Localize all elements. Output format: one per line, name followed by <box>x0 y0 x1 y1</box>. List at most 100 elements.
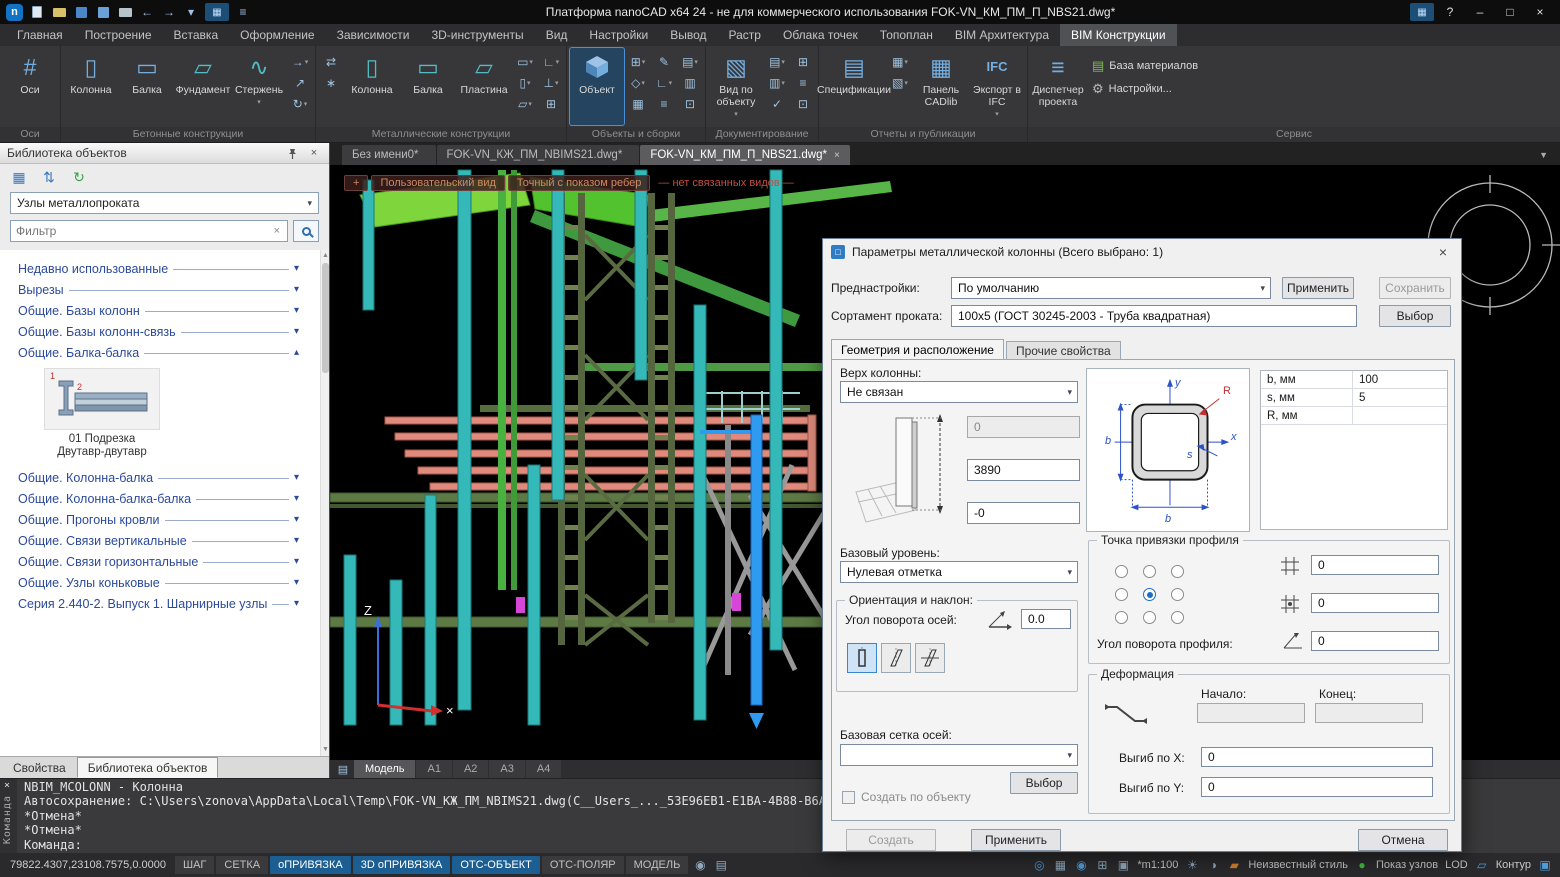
chevron-icon[interactable]: ▾ <box>294 535 299 546</box>
anchor-radio[interactable] <box>1143 565 1156 578</box>
chevron-icon[interactable]: ▾ <box>294 284 299 295</box>
save-icon[interactable] <box>73 4 89 20</box>
tree-item[interactable]: Общие. Балка-балка ▴ <box>0 342 329 363</box>
panel-tab[interactable]: Библиотека объектов <box>77 757 219 778</box>
apply-preset-button[interactable]: Применить <box>1282 277 1354 299</box>
steel-beam-button[interactable]: ▭ Балка <box>401 48 455 125</box>
doc-table-button[interactable]: ▤▾ <box>765 53 789 71</box>
workspace-icon[interactable]: ▦ <box>205 3 229 21</box>
chevron-icon[interactable]: ▾ <box>294 598 299 609</box>
status-toggle[interactable]: 3D оПРИВЯЗКА <box>353 856 451 874</box>
viewport-plus-control[interactable]: + <box>344 175 368 191</box>
diagonal-tool-button[interactable]: ↗ <box>288 74 312 92</box>
show-nodes-indicator[interactable]: Показ узлов <box>1374 859 1440 871</box>
chevron-icon[interactable]: ▾ <box>294 577 299 588</box>
clear-filter-icon[interactable]: × <box>272 225 282 237</box>
ribbon-tab[interactable]: Главная <box>6 24 74 46</box>
ribbon-tab[interactable]: Вставка <box>163 24 230 46</box>
table-row[interactable]: R, мм <box>1261 407 1447 425</box>
diamond-tool-button[interactable]: ◇▾ <box>626 74 650 92</box>
annotation-scale[interactable]: *m1:100 <box>1135 859 1180 871</box>
rebar-button[interactable]: ∿ Стержень ▾ <box>232 48 286 125</box>
dialog-title-bar[interactable]: □ Параметры металлической колонны (Всего… <box>823 239 1461 265</box>
object-button[interactable]: Объект <box>570 48 624 125</box>
table-tool-icon[interactable]: ▦ <box>1410 3 1434 21</box>
contour-indicator[interactable]: Контур <box>1494 859 1533 871</box>
grid-tool-button[interactable]: ▦ <box>626 95 650 113</box>
visual-style-indicator[interactable]: Неизвестный стиль <box>1246 859 1350 871</box>
status-toggle[interactable]: ОТС-ОБЪЕКТ <box>452 856 539 874</box>
steel-detail-button[interactable]: ▯▾ <box>513 74 537 92</box>
new-document-icon[interactable] <box>29 4 45 20</box>
ribbon-tab[interactable]: Вывод <box>659 24 717 46</box>
ribbon-tab[interactable]: Вид <box>535 24 579 46</box>
materials-db-button[interactable]: ▤База материалов <box>1087 56 1203 76</box>
doc-check-button[interactable]: ✓ <box>765 95 789 113</box>
choose-grid-button[interactable]: Выбор <box>1010 772 1078 794</box>
table-row[interactable]: s, мм 5 <box>1261 389 1447 407</box>
print-icon[interactable] <box>117 4 133 20</box>
steel-detail-button[interactable]: ▭▾ <box>513 53 537 71</box>
grid-v-tool-button[interactable]: ▥ <box>678 74 702 92</box>
document-tab[interactable]: FOK-VN_КМ_ПМ_П_NBS21.dwg* × <box>640 145 849 165</box>
doc-box-dot-button[interactable]: ⊡ <box>791 95 815 113</box>
search-button[interactable] <box>293 220 319 242</box>
filter-input[interactable] <box>16 224 272 238</box>
angle-tool-button[interactable]: ∟▾ <box>539 53 563 71</box>
report-grid-button[interactable]: ▦▾ <box>888 53 912 71</box>
status-toggle[interactable]: СЕТКА <box>216 856 268 874</box>
ribbon-tab[interactable]: Зависимости <box>326 24 421 46</box>
user-icon[interactable]: ◉ <box>691 856 709 874</box>
chevron-icon[interactable]: ▾ <box>294 326 299 337</box>
bend-y-field[interactable]: 0 <box>1201 777 1433 797</box>
tree-item[interactable]: Серия 2.440-2. Выпуск 1. Шарнирные узлы … <box>0 593 329 614</box>
rotate-tool-button[interactable]: ↻▾ <box>288 95 312 113</box>
tree-item[interactable]: Общие. Базы колонн-связь ▾ <box>0 321 329 342</box>
sort-icon[interactable]: ⇅ <box>39 167 59 187</box>
refresh-icon[interactable]: ↻ <box>69 167 89 187</box>
steel-detail-button[interactable]: ▱▾ <box>513 95 537 113</box>
bend-x-field[interactable]: 0 <box>1201 747 1433 767</box>
tree-item[interactable]: Общие. Связи вертикальные ▾ <box>0 530 329 551</box>
specifications-button[interactable]: ▤ Спецификации <box>822 48 886 125</box>
insert-object-button[interactable]: ⊞▾ <box>626 53 650 71</box>
ribbon-tab[interactable]: Оформление <box>229 24 325 46</box>
dialog-tab[interactable]: Геометрия и расположение <box>831 339 1004 360</box>
layout-tab[interactable]: A4 <box>526 760 561 778</box>
anchor-radio[interactable] <box>1171 588 1184 601</box>
create-button[interactable]: Создать <box>846 829 936 851</box>
tracking-icon[interactable]: ◉ <box>1072 856 1090 874</box>
list-tool-button[interactable]: ≡ <box>652 95 676 113</box>
ribbon-tab[interactable]: 3D-инструменты <box>420 24 534 46</box>
chevron-icon[interactable]: ▴ <box>294 347 299 358</box>
box-tool-button[interactable]: ⊞ <box>539 95 563 113</box>
choose-assortment-button[interactable]: Выбор <box>1379 305 1451 327</box>
grid-display-icon[interactable]: ▦ <box>1051 856 1069 874</box>
export-ifc-button[interactable]: IFC Экспорт в IFC ▾ <box>970 48 1024 125</box>
anchor-radio-center[interactable] <box>1143 588 1156 601</box>
anchor-radio[interactable] <box>1171 611 1184 624</box>
chevron-icon[interactable]: ▾ <box>294 493 299 504</box>
apply-button[interactable]: Применить <box>971 829 1061 851</box>
axes-angle-field[interactable]: 0.0 <box>1021 609 1071 629</box>
presets-select[interactable]: По умолчанию ▾ <box>951 277 1271 299</box>
tree-scrollbar[interactable]: ▲ ▼ <box>320 250 329 756</box>
plate-button[interactable]: ▱ Пластина <box>457 48 511 125</box>
tree-item[interactable]: Общие. Узлы коньковые ▾ <box>0 572 329 593</box>
quick-access-dropdown-icon[interactable]: ▾ <box>183 4 199 20</box>
table-tool-button[interactable]: ▤▾ <box>678 53 702 71</box>
target-snap-icon[interactable]: ◎ <box>1030 856 1048 874</box>
doc-box-button[interactable]: ⊞ <box>791 53 815 71</box>
orientation-inclined-button[interactable] <box>881 643 911 673</box>
help-button[interactable]: ? <box>1436 1 1464 23</box>
axes-button[interactable]: # Оси <box>3 48 57 125</box>
layout-list-icon[interactable]: ▤ <box>333 760 353 778</box>
tree-item[interactable]: Недавно использованные ▾ <box>0 258 329 279</box>
table-row[interactable]: b, мм 100 <box>1261 371 1447 389</box>
tree-item[interactable]: Общие. Базы колонн ▾ <box>0 300 329 321</box>
tree-item[interactable]: Общие. Прогоны кровли ▾ <box>0 509 329 530</box>
cadlib-panel-button[interactable]: ▦ Панель CADlib <box>914 48 968 125</box>
sheet-icon[interactable]: ▤ <box>712 856 730 874</box>
scrollbar-thumb[interactable] <box>322 263 329 373</box>
doc-grid-button[interactable]: ▥▾ <box>765 74 789 92</box>
